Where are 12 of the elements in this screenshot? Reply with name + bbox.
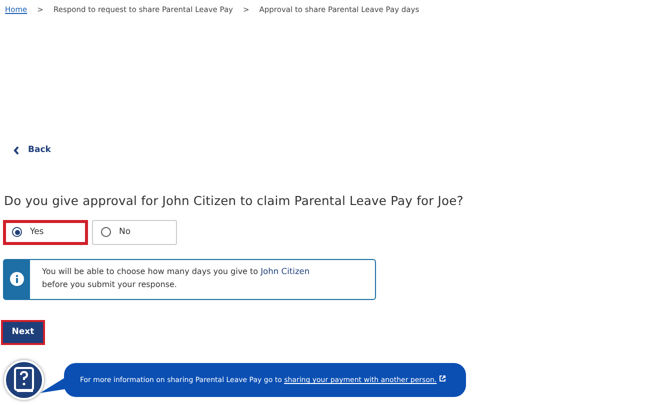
help-book-icon [4,360,44,400]
radio-option[interactable]: No [92,220,177,244]
chevron-left-icon [13,146,20,154]
back-link[interactable]: Back [13,145,51,155]
next-button[interactable]: Next [1,320,45,344]
question-text: Do you give approval for John Citizen to claim Parental Leave Pay for Joe? [4,194,464,208]
info-text: You will be able to choose how many days you give to John Citizen before you submit your response. [41,264,311,291]
external-link-icon [438,375,446,382]
radio-icon [101,227,111,237]
radio-option[interactable]: Yes [3,220,88,244]
info-icon [10,272,24,286]
radio-icon [12,227,22,237]
